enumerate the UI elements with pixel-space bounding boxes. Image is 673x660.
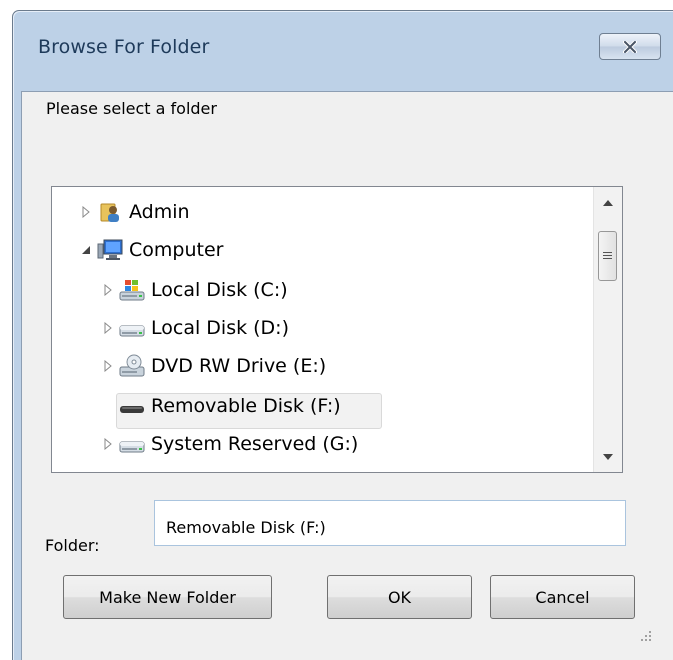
scroll-up-button[interactable] bbox=[594, 189, 622, 217]
folder-label: Folder: bbox=[45, 536, 100, 555]
windows-drive-icon bbox=[119, 277, 145, 303]
vertical-scrollbar[interactable] bbox=[593, 187, 622, 472]
resize-grip-icon[interactable] bbox=[640, 630, 652, 642]
folder-tree[interactable]: Admin Computer Local Disk (C:) Local Dis… bbox=[51, 186, 623, 473]
tree-item-computer[interactable]: Computer bbox=[79, 231, 223, 269]
expand-arrow-icon[interactable] bbox=[101, 359, 115, 373]
expand-arrow-icon[interactable] bbox=[101, 283, 115, 297]
expand-arrow-icon[interactable] bbox=[101, 321, 115, 335]
tree-item-label: Removable Disk (F:) bbox=[151, 395, 341, 417]
tree-item-removable-disk-f[interactable]: Removable Disk (F:) bbox=[119, 387, 341, 425]
removable-disk-icon bbox=[119, 393, 145, 419]
desktop-background: Browse For Folder Please select a folder bbox=[0, 0, 673, 660]
tree-item-label: DVD RW Drive (E:) bbox=[151, 355, 327, 377]
dialog-title: Browse For Folder bbox=[38, 36, 210, 58]
make-new-folder-button[interactable]: Make New Folder bbox=[63, 575, 272, 619]
user-folder-icon bbox=[97, 199, 123, 225]
scroll-down-button[interactable] bbox=[594, 443, 622, 471]
arrow-up-icon bbox=[603, 200, 613, 206]
dvd-drive-icon bbox=[119, 353, 145, 379]
expand-arrow-icon[interactable] bbox=[101, 437, 115, 451]
hard-drive-icon bbox=[119, 315, 145, 341]
close-icon bbox=[623, 40, 637, 53]
tree-item-admin[interactable]: Admin bbox=[79, 193, 190, 231]
tree-item-dvd-drive[interactable]: DVD RW Drive (E:) bbox=[101, 347, 326, 385]
scroll-thumb[interactable] bbox=[598, 231, 617, 281]
tree-item-label: Computer bbox=[129, 239, 224, 261]
expand-arrow-icon[interactable] bbox=[79, 205, 93, 219]
folder-name-input[interactable] bbox=[154, 500, 626, 546]
tree-item-local-disk-c[interactable]: Local Disk (C:) bbox=[101, 271, 288, 309]
tree-item-system-reserved-g[interactable]: System Reserved (G:) bbox=[101, 425, 358, 463]
instruction-text: Please select a folder bbox=[46, 99, 217, 118]
tree-item-label: Local Disk (D:) bbox=[151, 317, 289, 339]
tree-item-label: System Reserved (G:) bbox=[151, 433, 359, 455]
tree-item-local-disk-d[interactable]: Local Disk (D:) bbox=[101, 309, 289, 347]
collapse-arrow-icon[interactable] bbox=[79, 243, 93, 257]
arrow-down-icon bbox=[603, 454, 613, 460]
cancel-button[interactable]: Cancel bbox=[490, 575, 635, 619]
tree-item-label: Local Disk (C:) bbox=[151, 279, 288, 301]
close-button[interactable] bbox=[599, 33, 661, 60]
grip-lines-icon bbox=[603, 252, 612, 259]
ok-button[interactable]: OK bbox=[327, 575, 472, 619]
tree-item-label: Admin bbox=[129, 201, 190, 223]
hard-drive-icon bbox=[119, 431, 145, 457]
computer-icon bbox=[97, 237, 123, 263]
